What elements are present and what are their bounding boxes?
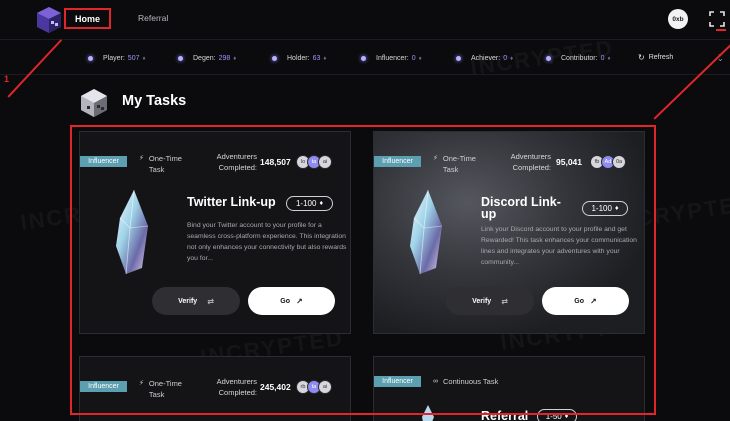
drop-icon: ♦: [323, 55, 327, 62]
annotation-marker: [716, 29, 726, 31]
stat-label: Player:: [103, 55, 125, 62]
stat-holder: Holder: 63 ♦: [272, 55, 326, 62]
logo-cube-icon[interactable]: [36, 6, 62, 34]
fullscreen-icon[interactable]: [708, 10, 726, 28]
nav-referral-link[interactable]: Referral: [138, 13, 168, 23]
stat-label: Influencer:: [376, 55, 409, 62]
stat-label: Contributor:: [561, 55, 598, 62]
stat-contributor: Contributor: 0 ♦: [546, 55, 611, 62]
drop-icon: ♦: [510, 55, 514, 62]
stat-value: 0: [411, 55, 416, 62]
page-title: My Tasks: [122, 93, 187, 109]
refresh-label: Refresh: [648, 54, 674, 61]
drop-icon: ♦: [418, 55, 422, 62]
annotation-box: [70, 125, 656, 415]
top-bar: Home Referral 0xb: [0, 0, 730, 40]
stat-value: 298: [218, 55, 231, 62]
drop-icon: ♦: [233, 55, 237, 62]
drop-icon: ♦: [142, 55, 146, 62]
tasks-cube-icon: [81, 89, 107, 117]
user-avatar[interactable]: 0xb: [668, 9, 688, 29]
refresh-icon: ↻: [638, 53, 645, 62]
status-dot-icon: [361, 56, 366, 61]
stat-value: 507: [127, 55, 140, 62]
stat-value: 63: [312, 55, 321, 62]
drop-icon: ♦: [607, 55, 611, 62]
status-dot-icon: [272, 56, 277, 61]
stat-achiever: Achiever: 0 ♦: [456, 55, 513, 62]
refresh-button[interactable]: ↻ Refresh: [638, 53, 673, 62]
nav-home-link[interactable]: Home: [64, 8, 111, 29]
stat-label: Holder:: [287, 55, 310, 62]
stat-value: 0: [600, 55, 605, 62]
stat-influencer: Influencer: 0 ♦: [361, 55, 422, 62]
stat-label: Achiever:: [471, 55, 501, 62]
stat-label: Degen:: [193, 55, 216, 62]
status-dot-icon: [546, 56, 551, 61]
stat-degen: Degen: 298 ♦: [178, 55, 236, 62]
status-dot-icon: [456, 56, 461, 61]
stats-bar: Player: 507 ♦ Degen: 298 ♦ Holder: 63 ♦ Influe…: [0, 41, 730, 75]
status-dot-icon: [178, 56, 183, 61]
status-dot-icon: [88, 56, 93, 61]
stat-player: Player: 507 ♦: [88, 55, 146, 62]
stat-value: 0: [503, 55, 508, 62]
annotation-number: 1: [4, 74, 10, 84]
